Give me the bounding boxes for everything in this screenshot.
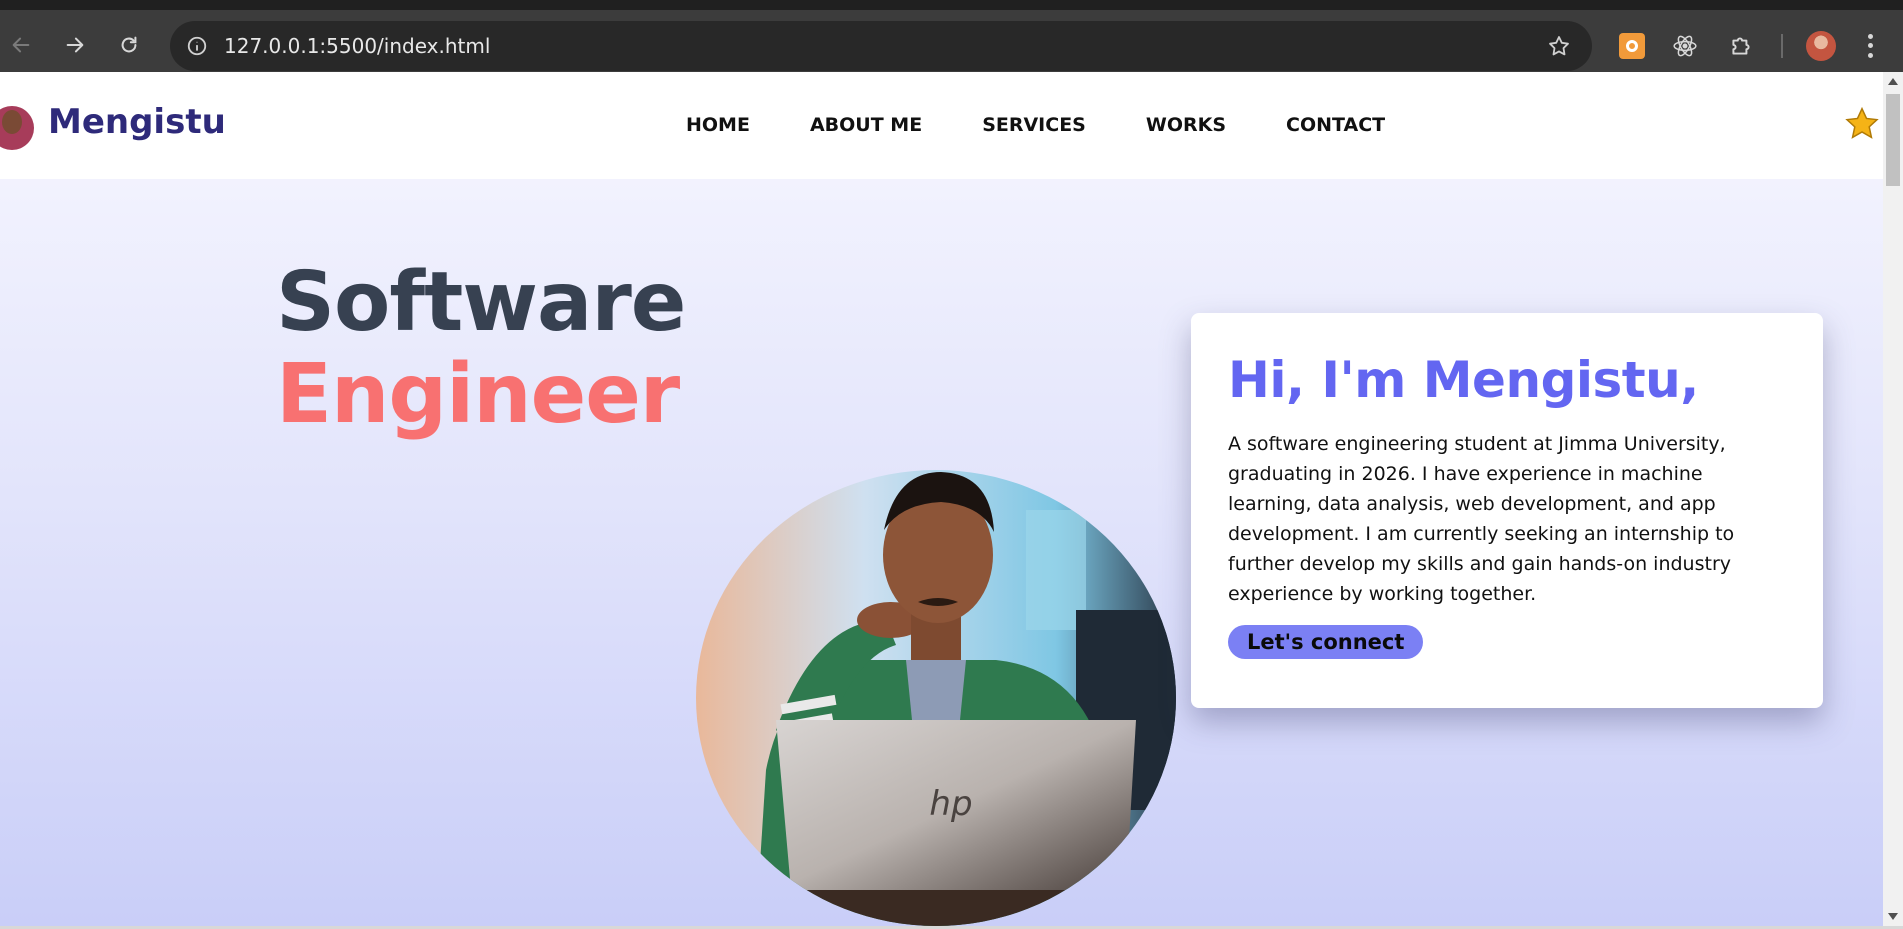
orange-extension-icon — [1619, 33, 1645, 59]
main-nav: HOME ABOUT ME SERVICES WORKS CONTACT — [686, 114, 1385, 136]
forward-button[interactable] — [58, 28, 92, 62]
scroll-up-icon[interactable] — [1888, 78, 1898, 85]
site-info-button[interactable] — [182, 31, 212, 61]
nav-contact[interactable]: CONTACT — [1286, 114, 1385, 136]
toolbar-divider — [1781, 34, 1783, 58]
nav-services[interactable]: SERVICES — [982, 114, 1086, 136]
profile-photo: hp — [696, 470, 1176, 926]
nav-about-me[interactable]: ABOUT ME — [810, 114, 922, 136]
browser-toolbar: 127.0.0.1:5500/index.html — [0, 0, 1903, 72]
profile-photo-illustration: hp — [696, 470, 1176, 926]
forward-arrow-icon — [66, 37, 84, 53]
logo-text[interactable]: Mengistu — [48, 102, 226, 142]
hero-title-line1: Software — [276, 255, 686, 350]
nav-home[interactable]: HOME — [686, 114, 750, 136]
address-bar[interactable]: 127.0.0.1:5500/index.html — [170, 21, 1592, 71]
back-button[interactable] — [4, 28, 38, 62]
nav-works[interactable]: WORKS — [1146, 114, 1226, 136]
back-arrow-icon — [12, 37, 30, 53]
three-dots-icon — [1867, 34, 1873, 40]
bookmark-button[interactable] — [1544, 31, 1574, 61]
reload-icon — [121, 36, 137, 53]
page-viewport: Mengistu HOME ABOUT ME SERVICES WORKS CO… — [0, 72, 1883, 926]
intro-description: A software engineering student at Jimma … — [1228, 433, 1735, 605]
hero-title-line2: Engineer — [276, 347, 680, 442]
page-scrollbar[interactable] — [1883, 72, 1903, 926]
profile-avatar[interactable] — [1806, 31, 1836, 61]
puzzle-icon — [1732, 37, 1750, 55]
browser-menu-button[interactable] — [1862, 32, 1878, 60]
logo-avatar[interactable] — [0, 106, 34, 150]
react-icon — [1673, 35, 1697, 57]
svg-text:hp: hp — [929, 784, 972, 824]
star-icon — [1549, 36, 1569, 56]
intro-heading: Hi, I'm Mengistu, — [1228, 351, 1699, 409]
reload-button[interactable] — [112, 28, 146, 62]
scroll-thumb[interactable] — [1886, 94, 1900, 186]
scroll-down-icon[interactable] — [1888, 913, 1898, 920]
extensions-button[interactable] — [1724, 29, 1758, 63]
hero-title: Software Engineer — [276, 255, 686, 442]
info-icon — [187, 36, 207, 56]
theme-star-icon[interactable] — [1844, 106, 1880, 142]
intro-card: Hi, I'm Mengistu, A software engineering… — [1191, 313, 1823, 708]
lets-connect-button[interactable]: Let's connect — [1228, 625, 1424, 659]
url-text[interactable]: 127.0.0.1:5500/index.html — [224, 34, 490, 58]
react-devtools-button[interactable] — [1668, 29, 1702, 63]
site-header: Mengistu HOME ABOUT ME SERVICES WORKS CO… — [0, 72, 1883, 179]
extension-orange-button[interactable] — [1615, 29, 1649, 63]
